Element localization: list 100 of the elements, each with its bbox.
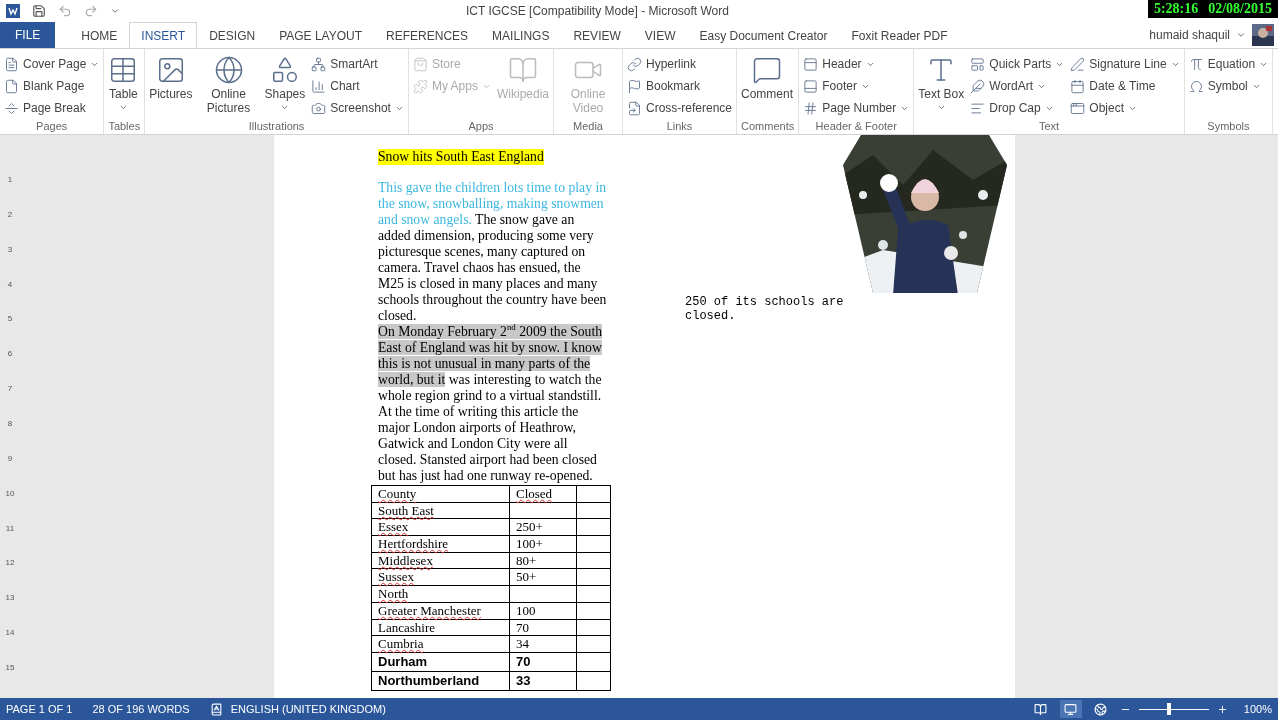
group-label: Symbols (1206, 120, 1251, 134)
ribbon-tab[interactable]: INSERT (129, 22, 198, 49)
ribbon-button[interactable]: Date & Time (1070, 75, 1180, 97)
ribbon-button[interactable]: Text Box (918, 51, 965, 120)
slider-thumb[interactable] (1166, 703, 1171, 715)
hierarchy-icon (311, 56, 327, 72)
flag-icon (627, 78, 642, 94)
group-label: Comments (741, 120, 795, 134)
ribbon-button[interactable]: Symbol (1188, 75, 1269, 97)
ribbon-button[interactable]: WordArt (970, 75, 1065, 97)
table-cell-text: South East (377, 502, 435, 519)
ribbon-button[interactable]: Page Number (803, 97, 910, 119)
table-cell: 70 (509, 652, 576, 671)
language[interactable]: ENGLISH (UNITED KINGDOM) (230, 703, 386, 715)
table-cell-text: Hertfordshire (377, 536, 450, 552)
word-logo-icon[interactable] (6, 4, 20, 18)
ribbon-button[interactable]: Table (108, 51, 139, 120)
ruler-number: 10 (5, 488, 15, 500)
ribbon-button[interactable]: Header (803, 53, 910, 75)
ribbon-button[interactable]: Signature Line (1070, 53, 1180, 75)
ruler-number: 3 (7, 244, 13, 256)
link-icon (627, 56, 642, 72)
file-link-icon (627, 100, 642, 116)
ribbon-button[interactable]: Drop Cap (970, 97, 1065, 119)
file-text-icon (4, 56, 19, 72)
caret-icon[interactable] (1236, 30, 1246, 40)
table-cell-text: Greater Manchester (377, 602, 482, 619)
zoom-in-icon[interactable] (1216, 703, 1228, 715)
ruler-number: 9 (7, 453, 13, 465)
account-name[interactable]: humaid shaquil (1149, 28, 1230, 42)
ribbon-button[interactable]: Cross-reference (627, 97, 733, 119)
text-box-text: 250 of its schools are closed. (685, 295, 845, 323)
group-label: Pages (35, 120, 69, 134)
globe-icon (213, 55, 244, 85)
ribbon-button[interactable]: Object (1070, 97, 1180, 119)
template-icon (970, 56, 986, 72)
ribbon-button[interactable]: Cover Page (4, 53, 100, 75)
ruler-number: 14 (5, 628, 15, 640)
window-icon (1070, 100, 1086, 116)
save-icon[interactable] (32, 4, 46, 18)
group-label: Header & Footer (814, 120, 898, 134)
table-cell: 100 (509, 602, 576, 619)
table-cell-text: Middlesex (377, 552, 434, 569)
clock: 5:28:16 02/08/2015 (1147, 0, 1278, 18)
ribbon-button[interactable]: Hyperlink (627, 53, 733, 75)
ruler-number: 8 (7, 419, 13, 430)
paragraph: This gave the children lots time to play in the snow, snowballing, making snowmen and snow angels. The snow gave an added dimension, producing some very picturesque scenes, many captured on camera. Travel chaos has ensued, the M25 is closed in many places and many schools throughout the country have been closed. (378, 180, 607, 324)
heading: Snow hits South East England (378, 149, 544, 165)
ribbon-button[interactable]: Chart (311, 75, 404, 97)
ribbon-button[interactable]: Screenshot (311, 97, 404, 119)
file-icon (4, 78, 19, 94)
ruler-number: 4 (7, 279, 13, 291)
table-cell: 33 (509, 671, 576, 690)
book-icon (508, 55, 538, 85)
ruler-number: 6 (7, 349, 13, 361)
zoom-level[interactable]: 100% (1243, 703, 1272, 715)
ribbon-button[interactable]: Quick Parts (970, 53, 1065, 75)
ribbon-button[interactable]: Online Pictures (198, 51, 259, 120)
table-cell: 250+ (509, 519, 576, 536)
caret-icon[interactable] (110, 6, 120, 16)
ruler-number: 2 (7, 209, 13, 221)
ribbon-button[interactable]: Bookmark (627, 75, 733, 97)
ruler-number: 1 (7, 175, 13, 186)
table-cell-text: Lancashire (377, 619, 437, 636)
hash-icon (803, 100, 819, 116)
table-cell: 100+ (509, 536, 576, 552)
ruler-number: 13 (5, 593, 15, 605)
ruler-number: 7 (7, 384, 13, 396)
header-icon (803, 56, 819, 72)
proofing-icon[interactable] (209, 702, 223, 716)
pen-icon (1070, 56, 1086, 72)
window-title: ICT IGCSE [Compatibility Mode] - Microsoft Word (466, 4, 730, 18)
comment-icon (752, 55, 783, 85)
ribbon-button[interactable]: Shapes (264, 51, 306, 120)
camera-icon (311, 100, 327, 116)
view-button[interactable] (1059, 700, 1082, 718)
ribbon-button[interactable]: Blank Page (4, 75, 100, 97)
ribbon-button[interactable]: Comment (741, 51, 794, 120)
caret-icon (118, 103, 128, 112)
footer-icon (803, 78, 819, 94)
ruler-number: 5 (7, 314, 13, 326)
ruler-number: 11 (5, 523, 15, 535)
group-label: Links (665, 120, 694, 134)
paragraph: On Monday February 2$^{nd}$ 2009 the South East of England was hit by snow. I know this is not unusual in many parts of the world, but it was interesting to watch the whole region grind to a virtual standstill. At the time of writing this article the major London airports of Heathrow, Gatwick and London City were all closed. Stansted airport had been closed but has just had one runway re-opened. (378, 324, 604, 484)
page-count[interactable]: PAGE 1 OF 1 (6, 703, 73, 715)
table-cell: 80+ (509, 552, 576, 569)
caret-icon (280, 103, 290, 112)
table-cell-text: Northumberland (377, 671, 481, 690)
ribbon-button[interactable]: SmartArt (311, 53, 404, 75)
bar-chart-icon (311, 78, 327, 94)
word-count[interactable]: 28 OF 196 WORDS (92, 703, 190, 715)
ribbon-button[interactable]: Equation (1188, 53, 1269, 75)
omega-icon (1188, 78, 1204, 94)
file-tab[interactable]: FILE (0, 22, 56, 48)
page-icon (1064, 702, 1078, 716)
caret-icon (936, 103, 946, 112)
page-break-icon (4, 100, 19, 116)
ribbon-button[interactable]: Pictures (149, 51, 193, 120)
ribbon-button[interactable]: Page Break (4, 97, 100, 119)
ribbon-button[interactable]: Footer (803, 75, 910, 97)
